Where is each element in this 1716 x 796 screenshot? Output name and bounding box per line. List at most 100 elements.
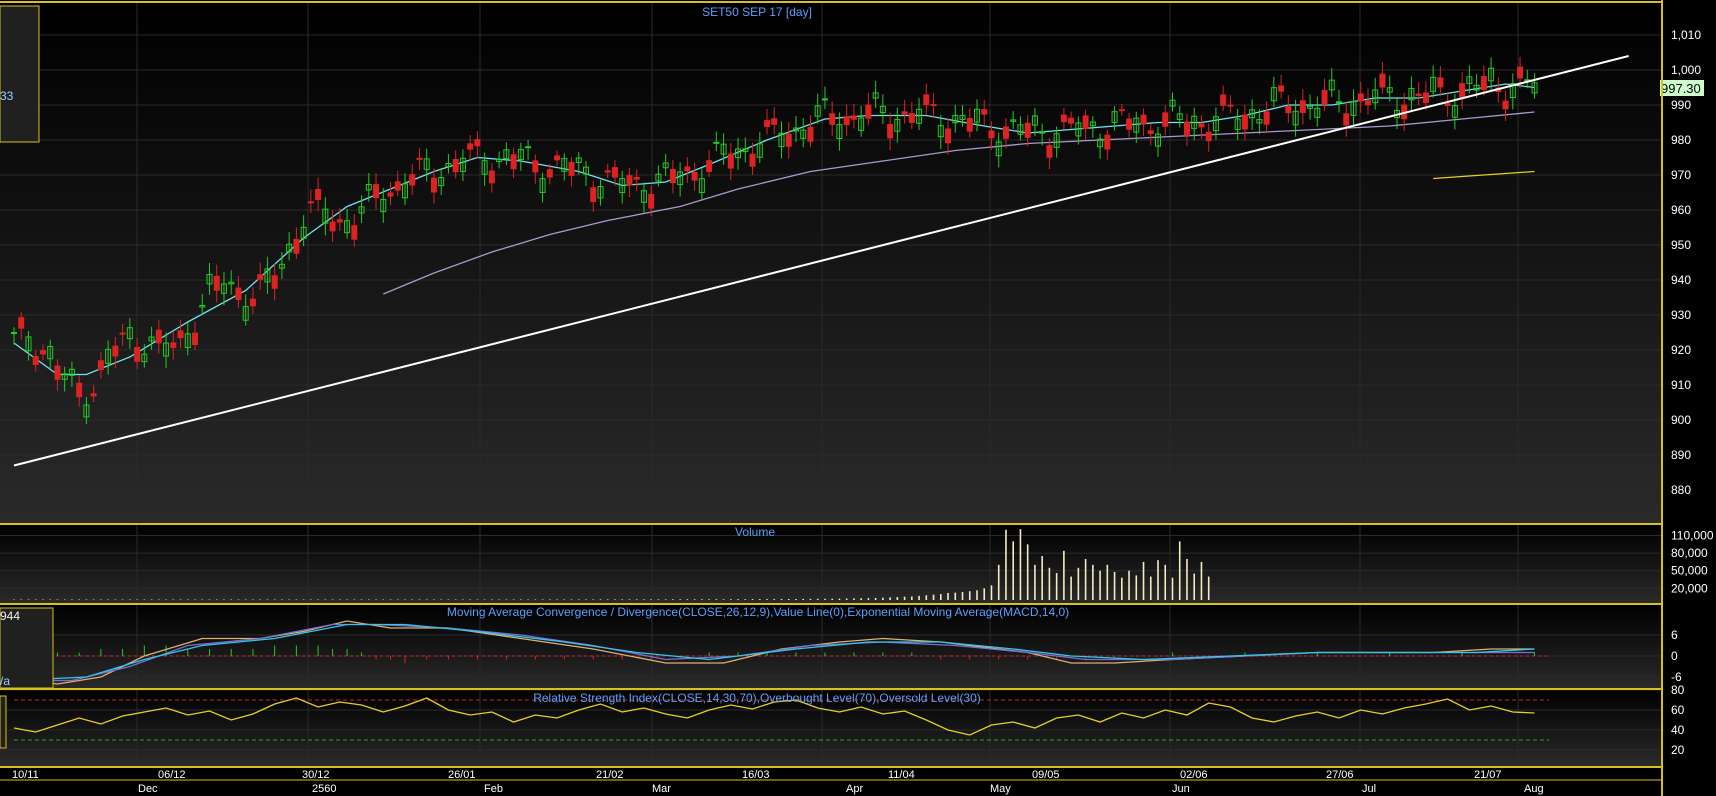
rsi-panel-title: Relative Strength Index(CLOSE,14,30,70),… (533, 691, 981, 705)
candle-body (1140, 114, 1147, 125)
price-panel-title: SET50 SEP 17 [day] (702, 5, 812, 19)
price-tick-label: 880 (1671, 483, 1691, 497)
x-month-label: Feb (484, 783, 503, 795)
candle-body (1220, 94, 1227, 106)
candle-body (1437, 77, 1444, 88)
candle-body (1024, 122, 1031, 138)
volume-tick-label: 110,000 (1671, 529, 1714, 543)
candle-body (155, 329, 162, 344)
candle-body (850, 115, 857, 120)
candle-body (590, 187, 597, 202)
candle-body (336, 219, 343, 223)
candle-body (1198, 123, 1205, 128)
x-month-label: Jul (1362, 783, 1376, 795)
x-tick-label: 02/06 (1180, 769, 1208, 781)
candle-body (409, 174, 416, 186)
candle-body (177, 330, 184, 339)
rsi-info-box[interactable] (0, 695, 7, 749)
price-tick-label: 960 (1671, 203, 1691, 217)
candle-body (213, 275, 220, 291)
candle-body (1046, 145, 1053, 158)
macd-info-value: 944 (0, 609, 20, 623)
stock-chart: SET50 SEP 17 [day] Volume Moving Average… (0, 0, 1714, 796)
candle-body (1502, 100, 1509, 110)
candle-body (235, 287, 242, 300)
candle-body (307, 201, 314, 204)
candle-body (1364, 100, 1371, 106)
candle-body (257, 274, 264, 280)
x-tick-label: 11/04 (888, 769, 915, 781)
candle-body (1422, 92, 1429, 104)
candle-body (546, 169, 553, 178)
macd-info-label: /a (0, 674, 10, 688)
x-tick-label: 10/11 (12, 769, 39, 781)
x-tick-label: 21/07 (1474, 769, 1502, 781)
macd-tick-label: 6 (1671, 628, 1678, 642)
x-tick-label: 26/01 (448, 769, 476, 781)
candle-body (249, 298, 256, 307)
candle-body (966, 117, 973, 132)
x-tick-label: 27/06 (1326, 769, 1354, 781)
x-month-label: Jun (1172, 783, 1190, 795)
candle-body (930, 104, 937, 107)
candle-body (11, 332, 17, 334)
candle-body (626, 175, 633, 186)
candle-body (18, 317, 25, 329)
candle-body (843, 116, 850, 126)
candle-body (1126, 118, 1133, 130)
candle-body (467, 143, 474, 150)
macd-y-axis: 6 0 -6 (1671, 628, 1682, 684)
candle-body (373, 184, 380, 199)
candle-body (1227, 104, 1234, 107)
candle-body (865, 104, 872, 119)
price-tick-label: 920 (1671, 343, 1691, 357)
candle-body (1321, 89, 1328, 105)
candle-body (76, 382, 83, 398)
price-info-value: 33 (0, 89, 14, 103)
candle-body (887, 123, 894, 139)
candle-body (1118, 109, 1125, 112)
rsi-tick-label: 80 (1671, 683, 1685, 697)
volume-tick-label: 20,000 (1671, 581, 1708, 595)
candle-body (329, 221, 336, 232)
x-month-label: Apr (846, 783, 863, 795)
candle-body (32, 355, 39, 366)
candle-body (785, 133, 792, 147)
date-axis: 10/11 06/12 30/12 26/01 21/02 16/03 11/04 09/05… (12, 769, 1544, 795)
volume-panel-title: Volume (735, 525, 775, 539)
macd-tick-label: -6 (1671, 670, 1682, 684)
x-month-label: May (990, 783, 1011, 795)
price-tick-label: 990 (1671, 98, 1691, 112)
candle-body (945, 128, 952, 144)
x-tick-label: 16/03 (742, 769, 770, 781)
candle-body (452, 158, 459, 173)
price-tick-label: 1,000 (1671, 63, 1701, 77)
rsi-y-axis: 80 60 40 20 (1671, 683, 1685, 757)
candle-body (39, 350, 46, 355)
volume-y-axis: 110,000 80,000 50,000 20,000 (1671, 529, 1714, 596)
x-month-label: 2560 (312, 783, 336, 795)
candle-body (1278, 85, 1285, 92)
candle-body (1444, 103, 1451, 107)
candle-body (1285, 105, 1292, 114)
candle-body (192, 332, 199, 346)
price-info-box[interactable] (0, 5, 40, 143)
candle-body (170, 342, 177, 349)
candle-body (988, 130, 995, 139)
price-tick-label: 930 (1671, 308, 1691, 322)
candle-body (351, 225, 358, 240)
candle-body (1379, 73, 1386, 88)
candle-body (510, 154, 517, 170)
rsi-tick-label: 60 (1671, 703, 1685, 717)
candle-body (315, 189, 322, 200)
x-tick-label: 06/12 (158, 769, 186, 781)
price-tick-label: 970 (1671, 168, 1691, 182)
candle-body (134, 347, 141, 362)
candle-body (669, 169, 676, 184)
candle-body (119, 332, 126, 335)
candle-body (90, 393, 97, 397)
candle-body (1299, 100, 1306, 113)
price-tick-label: 940 (1671, 273, 1691, 287)
last-price-value: 997.30 (1661, 81, 1701, 96)
candle-body (1060, 114, 1067, 123)
